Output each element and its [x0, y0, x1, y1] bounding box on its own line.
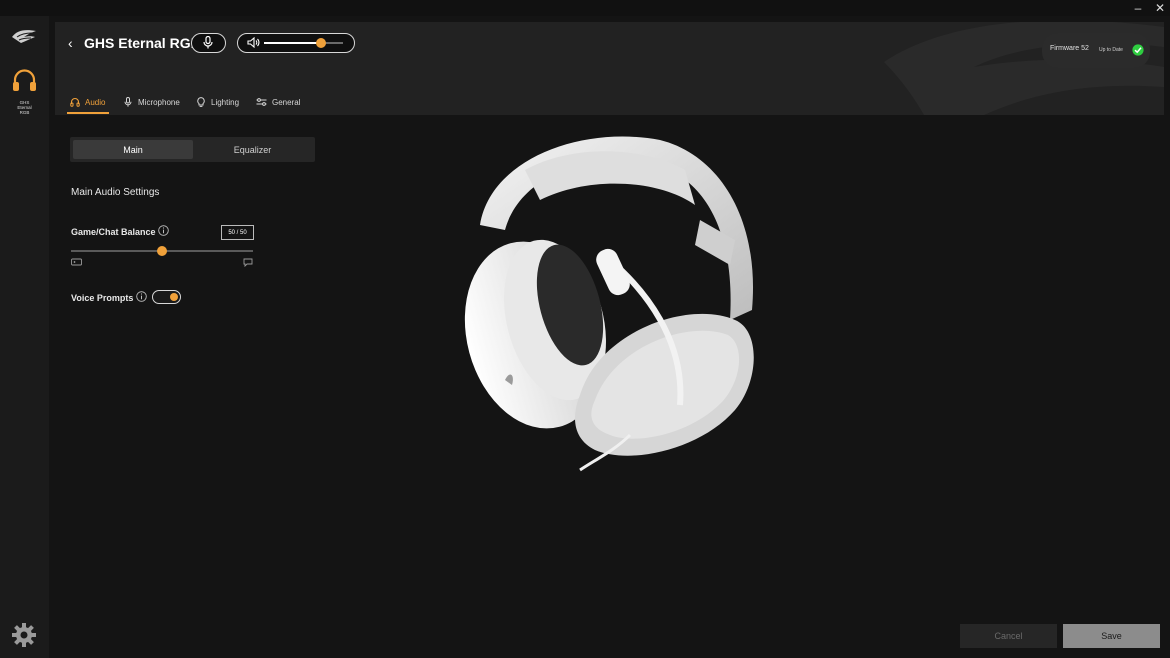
chat-bubble-icon	[243, 258, 253, 267]
title-bar	[0, 0, 1170, 16]
toggle-knob	[170, 293, 178, 301]
tab-label: General	[272, 97, 301, 107]
brand-wing-icon[interactable]	[11, 28, 37, 46]
close-button[interactable]: ✕	[1149, 0, 1170, 16]
back-button[interactable]: ‹	[68, 36, 80, 50]
game-controller-icon	[71, 258, 82, 266]
volume-fill	[264, 42, 321, 44]
tab-label: Audio	[85, 97, 106, 107]
headphones-icon	[70, 97, 80, 107]
active-tab-indicator	[67, 112, 109, 114]
volume-slider-thumb[interactable]	[315, 38, 326, 48]
info-icon[interactable]	[158, 225, 169, 236]
device-label: GHS Eternal RGB	[10, 100, 39, 115]
chevron-left-icon: ‹	[68, 35, 73, 51]
balance-slider-thumb[interactable]	[157, 246, 167, 256]
firmware-state: Up to Date	[1099, 47, 1123, 53]
firmware-status: Firmware 52 Up to Date	[1042, 33, 1150, 68]
tab-microphone[interactable]: Microphone	[123, 90, 180, 114]
microphone-icon	[203, 36, 213, 49]
voice-prompts-toggle[interactable]	[152, 290, 181, 304]
device-label-line: RGB	[19, 110, 30, 115]
speaker-icon[interactable]	[247, 37, 260, 48]
info-icon[interactable]	[136, 291, 147, 302]
tab-lighting[interactable]: Lighting	[196, 90, 239, 114]
voice-prompts-label: Voice Prompts	[71, 293, 134, 303]
firmware-label: Firmware 52	[1050, 45, 1089, 52]
headset-product-image	[464, 136, 754, 472]
tab-label: Microphone	[138, 97, 180, 107]
page-title: GHS Eternal RGB	[84, 35, 201, 51]
cancel-button[interactable]: Cancel	[960, 624, 1057, 648]
segment-main[interactable]: Main	[73, 140, 193, 159]
segment-equalizer[interactable]: Equalizer	[193, 140, 312, 159]
save-button[interactable]: Save	[1063, 624, 1160, 648]
balance-value: 50 / 50	[221, 225, 254, 240]
sliders-icon	[256, 98, 267, 106]
section-title: Main Audio Settings	[71, 187, 160, 198]
bulb-icon	[197, 97, 205, 107]
volume-control[interactable]	[237, 33, 355, 53]
gear-icon[interactable]	[11, 622, 37, 648]
balance-label: Game/Chat Balance	[71, 227, 156, 237]
minimize-icon: –	[1134, 1, 1142, 15]
minimize-button[interactable]: –	[1127, 0, 1149, 16]
microphone-icon	[124, 97, 132, 107]
headset-icon	[13, 69, 36, 91]
tab-general[interactable]: General	[256, 90, 300, 114]
tab-label: Lighting	[211, 97, 240, 107]
tab-audio[interactable]: Audio	[70, 90, 105, 114]
mic-mute-button[interactable]	[191, 33, 226, 53]
check-circle-icon	[1132, 44, 1144, 56]
close-icon: ✕	[1154, 1, 1166, 15]
sidebar-item-device[interactable]: GHS Eternal RGB	[10, 67, 39, 115]
